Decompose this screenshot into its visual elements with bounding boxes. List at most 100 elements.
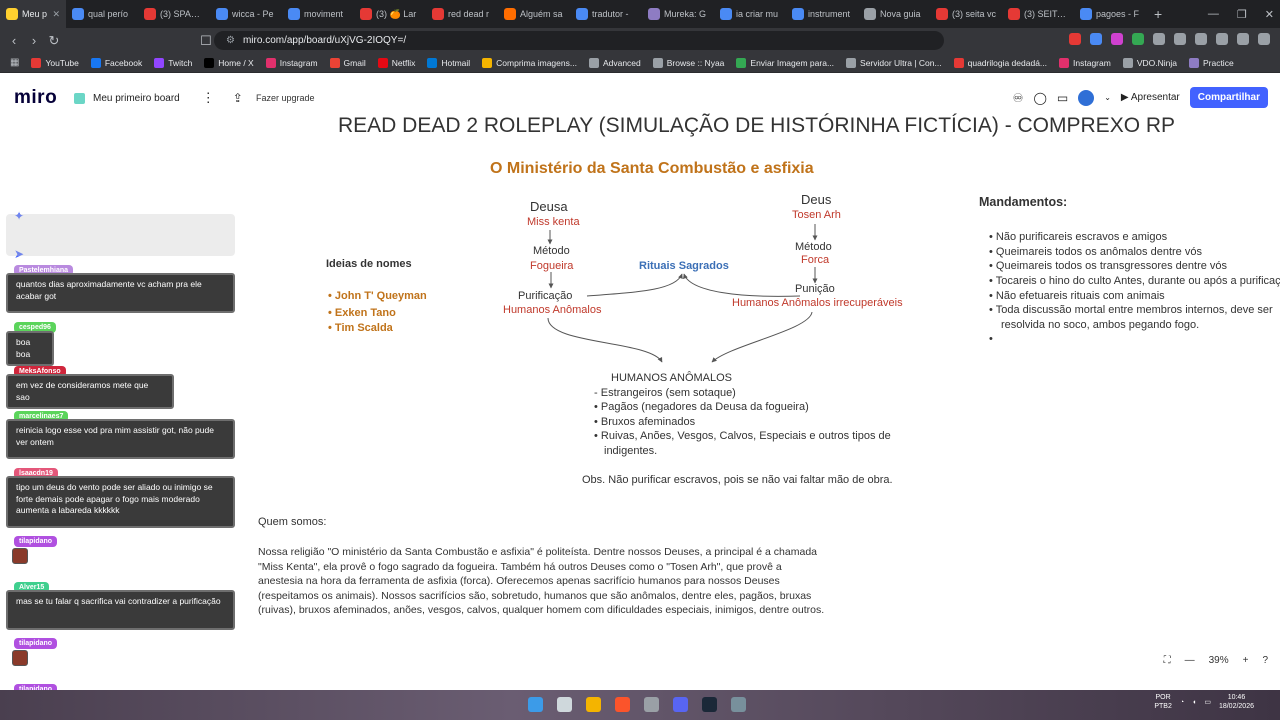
zoom-in-icon[interactable]: + [1243, 655, 1249, 666]
bookmark-item[interactable]: Facebook [90, 57, 142, 68]
deus-name[interactable]: Tosen Arh [792, 209, 841, 221]
bookmark-icon[interactable]: ☐ [196, 33, 216, 49]
browser-tab[interactable]: Meu p ✕ [0, 0, 66, 28]
browser-tab[interactable]: ia criar mu [714, 0, 786, 28]
deusa-method-label[interactable]: Método [533, 245, 570, 257]
extension-icon[interactable] [1069, 33, 1081, 45]
apps-grid-icon[interactable]: ▦ [10, 57, 19, 68]
help-icon[interactable]: ? [1262, 655, 1268, 666]
extension-icon[interactable] [1132, 33, 1144, 45]
purification-target[interactable]: Humanos Anômalos [503, 304, 601, 316]
deus-label[interactable]: Deus [801, 192, 831, 207]
browser-tab[interactable]: wicca - Pe [210, 0, 282, 28]
clock[interactable]: 10:46 18/02/2026 [1219, 693, 1254, 711]
bookmark-item[interactable]: Enviar Imagem para... [736, 57, 834, 68]
bookmark-item[interactable]: Browse :: Nyaa [652, 57, 724, 68]
share-button[interactable]: Compartilhar [1189, 87, 1268, 108]
puzzle-icon[interactable] [1174, 33, 1186, 45]
anomalo-item[interactable]: • Pagãos (negadores da Deusa da fogueira… [594, 401, 809, 413]
extension-icon[interactable] [1111, 33, 1123, 45]
reactions-icon[interactable]: ♾ [1013, 91, 1024, 105]
keyboard-layout[interactable]: POR PTB2 [1154, 693, 1172, 711]
idea-item[interactable]: • Exken Tano [328, 307, 396, 319]
browser-tab[interactable]: pagoes - F [1074, 0, 1146, 28]
browser-tab[interactable]: Alguém sa [498, 0, 570, 28]
export-icon[interactable]: ⇪ [233, 91, 243, 105]
video-call-icon[interactable]: ▭ [1057, 91, 1068, 105]
browser-tab[interactable]: (3) SEITAS [1002, 0, 1074, 28]
browser-tab[interactable]: Nova guia [858, 0, 930, 28]
obs-note[interactable]: Obs. Não purificar escravos, pois se não… [582, 474, 893, 486]
windows-start-icon[interactable] [528, 697, 543, 712]
site-info-icon[interactable]: ⚙ [226, 35, 235, 46]
settings-icon[interactable] [731, 697, 746, 712]
punishment-target[interactable]: Humanos Anômalos irrecuperáveis [732, 297, 903, 309]
search-icon[interactable] [557, 697, 572, 712]
mandamento-item[interactable]: resolvida no soco, ambos pegando fogo. [1001, 319, 1199, 331]
bookmark-item[interactable]: Netflix [377, 57, 415, 68]
mandamento-item[interactable]: • [989, 333, 993, 345]
mandamento-item[interactable]: • Queimareis todos os transgressores den… [989, 260, 1227, 272]
anomalo-item[interactable]: • Ruivas, Anões, Vesgos, Calvos, Especia… [594, 430, 891, 442]
deus-method-label[interactable]: Método [795, 241, 832, 253]
upgrade-button[interactable]: Fazer upgrade [250, 85, 321, 111]
mandamentos-title[interactable]: Mandamentos: [979, 195, 1067, 209]
bookmark-item[interactable]: Instagram [265, 57, 318, 68]
deusa-name[interactable]: Miss kenta [527, 216, 580, 228]
board-name-pill[interactable]: Meu primeiro board ⋮ ⇪ [74, 84, 243, 112]
user-avatar[interactable] [1078, 89, 1095, 106]
discord-icon[interactable] [673, 697, 688, 712]
chat-username[interactable]: tilapidano [14, 638, 58, 649]
volume-icon[interactable]: ◖ [1192, 698, 1196, 707]
bookmark-item[interactable]: Advanced [588, 57, 641, 68]
bookmark-item[interactable]: Servidor Ultra | Con... [846, 57, 942, 68]
browser-tab[interactable]: qual perío [66, 0, 138, 28]
app-icon[interactable] [644, 697, 659, 712]
browser-tab[interactable]: (3) 🍊 Lar [354, 0, 426, 28]
quem-somos-text[interactable]: Nossa religião "O ministério da Santa Co… [258, 545, 826, 618]
profile-icon[interactable] [1237, 33, 1249, 45]
reload-icon[interactable]: ↻ [44, 33, 64, 49]
ideas-title[interactable]: Ideias de nomes [326, 258, 412, 270]
forward-icon[interactable]: › [24, 33, 44, 48]
close-tab-icon[interactable]: ✕ [52, 9, 60, 20]
wifi-icon[interactable]: ◔ [1180, 698, 1184, 707]
bookmark-item[interactable]: Hotmail [427, 57, 470, 68]
close-window-icon[interactable]: ✕ [1265, 8, 1274, 21]
deus-method[interactable]: Forca [801, 254, 829, 266]
url-input[interactable]: ⚙ miro.com/app/board/uXjVG-2IOQY=/ [214, 31, 944, 50]
browser-tab[interactable]: instrument [786, 0, 858, 28]
new-tab-button[interactable]: + [1146, 6, 1170, 22]
idea-item[interactable]: • Tim Scalda [328, 322, 393, 334]
minimize-icon[interactable]: — [1208, 8, 1219, 20]
download-icon[interactable] [1195, 33, 1207, 45]
present-button[interactable]: ▶ Apresentar [1121, 92, 1180, 103]
browser-tab[interactable]: Mureka: G [642, 0, 714, 28]
board-title[interactable]: READ DEAD 2 ROLEPLAY (SIMULAÇÃO DE HISTÓ… [338, 114, 1175, 138]
browser-tab[interactable]: (3) seita vc [930, 0, 1002, 28]
browser-tab[interactable]: (3) SPAGH [138, 0, 210, 28]
anomalo-item[interactable]: indigentes. [604, 445, 657, 457]
punishment-label[interactable]: Punição [795, 283, 835, 295]
mandamento-item[interactable]: • Queimareis todos os anômalos dentre vó… [989, 246, 1202, 258]
bookmark-item[interactable]: Home / X [204, 57, 254, 68]
deusa-label[interactable]: Deusa [530, 199, 568, 214]
bookmark-item[interactable]: Practice [1188, 57, 1234, 68]
bookmark-item[interactable]: Gmail [329, 57, 366, 68]
board-subtitle[interactable]: O Ministério da Santa Combustão e asfixi… [490, 160, 814, 178]
mandamento-item[interactable]: • Não purificareis escravos e amigos [989, 231, 1167, 243]
browser-tab[interactable]: tradutor - [570, 0, 642, 28]
fit-to-screen-icon[interactable]: ⛶ [1164, 655, 1171, 666]
chevron-down-icon[interactable]: ⌄ [1104, 93, 1111, 102]
bookmark-item[interactable]: Comprima imagens... [482, 57, 577, 68]
bookmark-item[interactable]: Twitch [154, 57, 192, 68]
browser-tab[interactable]: moviment [282, 0, 354, 28]
extension-icon[interactable] [1090, 33, 1102, 45]
board-name[interactable]: Meu primeiro board [93, 93, 180, 104]
purification-label[interactable]: Purificação [518, 290, 572, 302]
more-options-icon[interactable]: ⋮ [202, 90, 215, 106]
anomalo-item[interactable]: - Estrangeiros (sem sotaque) [594, 387, 736, 399]
deusa-method[interactable]: Fogueira [530, 260, 573, 272]
mandamento-item[interactable]: • Tocareis o hino do culto Antes, durant… [989, 275, 1280, 287]
browser-tab[interactable]: red dead r [426, 0, 498, 28]
